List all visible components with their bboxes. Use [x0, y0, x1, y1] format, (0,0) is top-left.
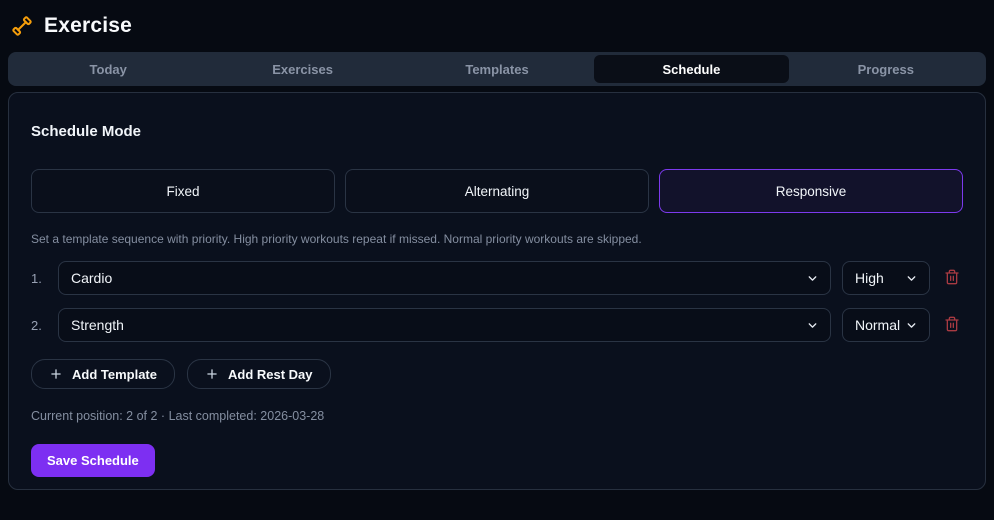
sequence-row-1: 1. Cardio High	[31, 261, 963, 295]
tab-schedule[interactable]: Schedule	[594, 55, 789, 83]
template-select-value: Cardio	[71, 270, 113, 286]
tab-today[interactable]: Today	[11, 55, 205, 83]
mode-responsive-button[interactable]: Responsive	[659, 169, 963, 213]
chevron-down-icon	[806, 319, 819, 332]
tab-templates[interactable]: Templates	[400, 55, 594, 83]
tab-progress[interactable]: Progress	[789, 55, 983, 83]
template-select-1[interactable]: Cardio	[58, 261, 831, 295]
priority-select-value: Normal	[855, 317, 901, 333]
plus-icon	[49, 367, 63, 381]
chevron-down-icon	[806, 272, 819, 285]
row-number: 2.	[31, 317, 42, 333]
save-schedule-button[interactable]: Save Schedule	[31, 444, 155, 477]
schedule-status: Current position: 2 of 2 · Last complete…	[31, 409, 325, 423]
schedule-mode-heading: Schedule Mode	[31, 123, 142, 140]
chevron-down-icon	[905, 272, 918, 285]
mode-fixed-button[interactable]: Fixed	[31, 169, 335, 213]
priority-select-1[interactable]: High	[842, 261, 930, 295]
mode-alternating-button[interactable]: Alternating	[345, 169, 649, 213]
tab-exercises[interactable]: Exercises	[205, 55, 399, 83]
add-rest-day-label: Add Rest Day	[228, 366, 313, 382]
add-buttons-row: Add Template Add Rest Day	[31, 359, 963, 389]
trash-icon	[944, 269, 960, 288]
page-title: Exercise	[44, 14, 133, 37]
sequence-row-2: 2. Strength Normal	[31, 308, 963, 342]
template-select-2[interactable]: Strength	[58, 308, 831, 342]
add-template-button[interactable]: Add Template	[31, 359, 175, 389]
schedule-card: Schedule Mode Fixed Alternating Responsi…	[8, 92, 986, 490]
chevron-down-icon	[905, 319, 918, 332]
row-number: 1.	[31, 270, 42, 286]
delete-row-button[interactable]	[941, 314, 963, 336]
add-template-label: Add Template	[72, 366, 157, 382]
trash-icon	[944, 316, 960, 335]
mode-description: Set a template sequence with priority. H…	[31, 232, 642, 246]
delete-row-button[interactable]	[941, 267, 963, 289]
template-select-value: Strength	[71, 317, 124, 333]
app-header: Exercise	[0, 0, 994, 50]
mode-selector: Fixed Alternating Responsive	[31, 169, 963, 213]
tab-bar: Today Exercises Templates Schedule Progr…	[8, 52, 986, 86]
dumbbell-icon	[10, 14, 34, 38]
add-rest-day-button[interactable]: Add Rest Day	[187, 359, 331, 389]
priority-select-value: High	[855, 270, 884, 286]
priority-select-2[interactable]: Normal	[842, 308, 930, 342]
plus-icon	[205, 367, 219, 381]
